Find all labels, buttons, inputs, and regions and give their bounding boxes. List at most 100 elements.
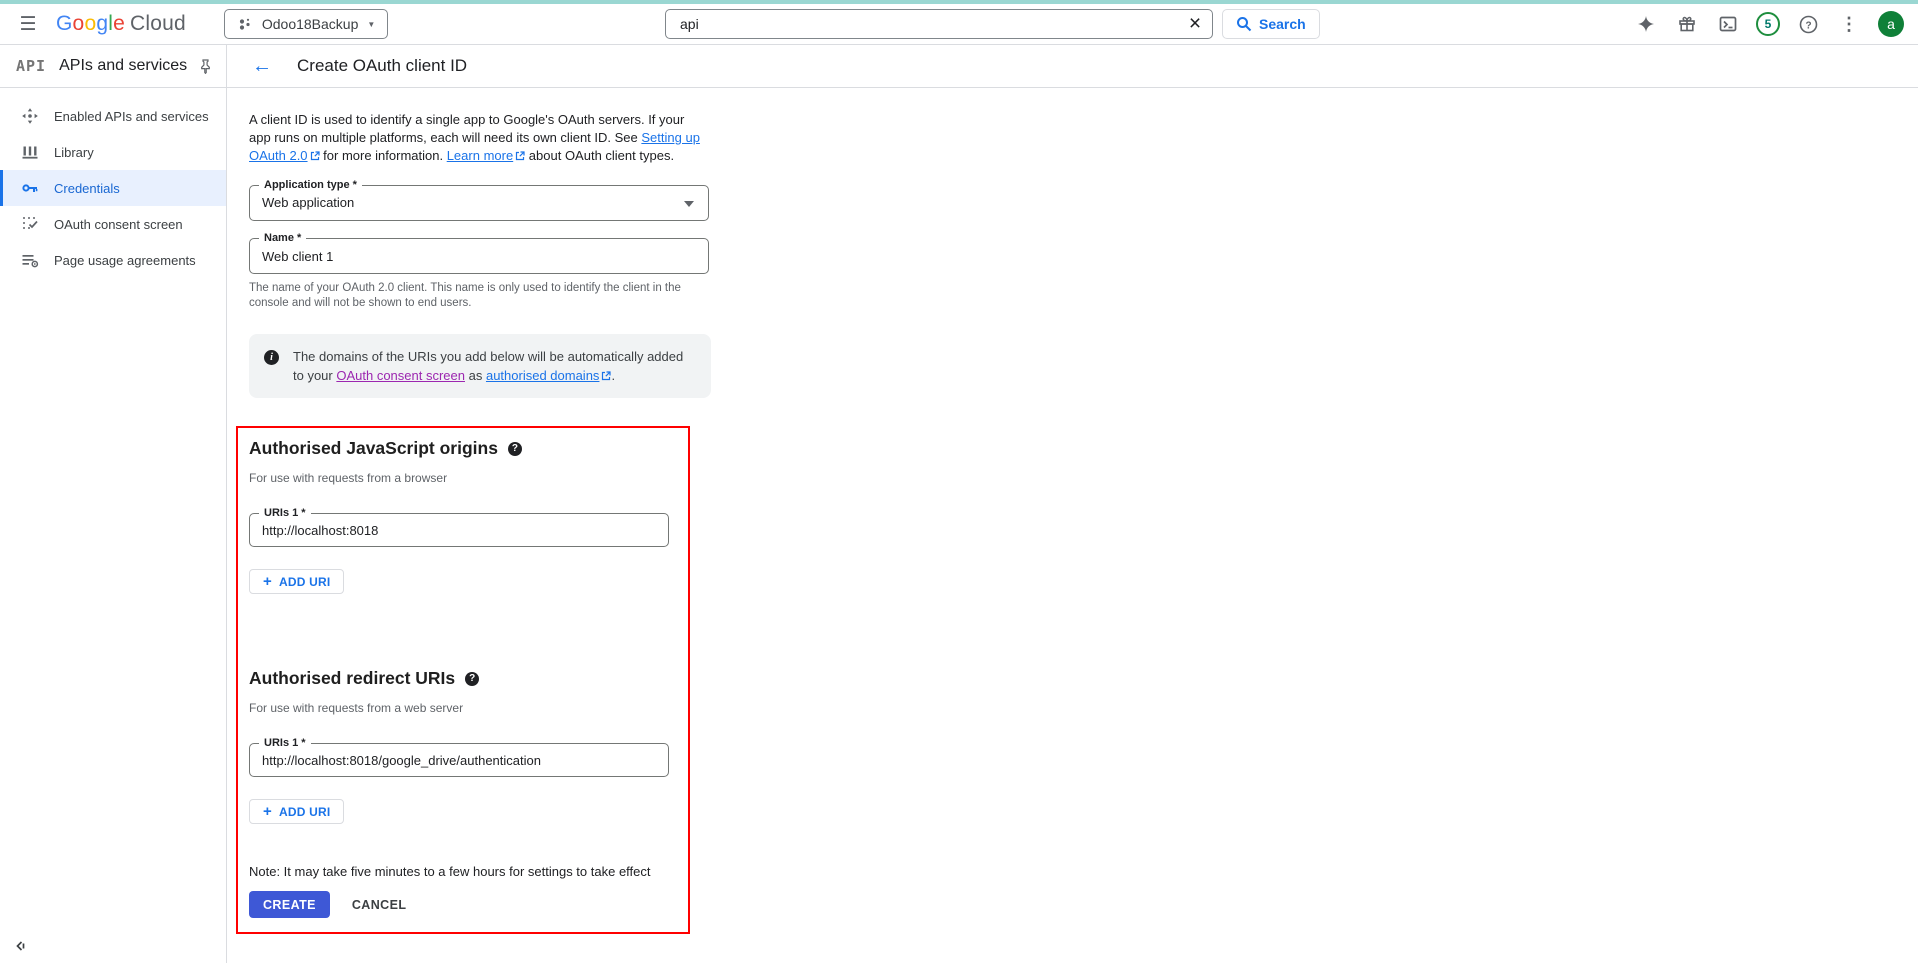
external-link-icon: [601, 371, 611, 381]
intro-text: A client ID is used to identify a single…: [249, 112, 684, 145]
library-icon: [21, 143, 39, 161]
settings-note: Note: It may take five minutes to a few …: [249, 864, 670, 879]
project-selector[interactable]: Odoo18Backup ▼: [224, 9, 388, 39]
help-icon: ?: [1799, 15, 1818, 34]
logo-letter: e: [113, 12, 125, 36]
js-origins-subtext: For use with requests from a browser: [249, 471, 670, 485]
js-origins-heading: Authorised JavaScript origins ?: [249, 438, 670, 459]
external-link-icon: [310, 151, 320, 161]
search-bar: ×: [665, 9, 1213, 39]
name-helper-text: The name of your OAuth 2.0 client. This …: [249, 281, 694, 311]
authorised-domains-link[interactable]: authorised domains: [486, 368, 599, 383]
sidebar-title: APIs and services: [59, 57, 199, 75]
create-button[interactable]: CREATE: [249, 891, 330, 918]
logo-letter: o: [73, 12, 85, 36]
add-uri-label: ADD URI: [279, 575, 330, 589]
search-icon: [1236, 16, 1252, 32]
banner-text-part: .: [611, 368, 615, 383]
help-icon[interactable]: ?: [508, 442, 522, 456]
trial-days-count: 5: [1765, 17, 1772, 31]
sidebar-item-page-usage[interactable]: Page usage agreements: [0, 242, 226, 278]
back-button[interactable]: ←: [252, 55, 272, 78]
cloud-shell-button[interactable]: [1710, 6, 1746, 42]
highlight-box: Authorised JavaScript origins ? For use …: [236, 426, 690, 934]
terminal-icon: [1719, 15, 1737, 33]
sidebar-item-label: OAuth consent screen: [54, 217, 183, 232]
project-icon: [237, 16, 253, 32]
menu-button[interactable]: ☰: [10, 6, 46, 42]
plus-icon: +: [263, 803, 272, 820]
dashboard-icon: [21, 107, 39, 125]
search-input[interactable]: [665, 9, 1213, 39]
sidebar-item-library[interactable]: Library: [0, 134, 226, 170]
sidebar-item-enabled-apis[interactable]: Enabled APIs and services: [0, 98, 226, 134]
search-button[interactable]: Search: [1222, 9, 1320, 39]
sidebar-item-credentials[interactable]: Credentials: [0, 170, 226, 206]
pin-button[interactable]: [199, 59, 212, 74]
intro-text: for more information.: [320, 148, 447, 163]
section-heading-text: Authorised redirect URIs: [249, 668, 455, 689]
application-type-label: Application type *: [259, 179, 362, 192]
sidebar-item-label: Credentials: [54, 181, 120, 196]
collapse-icon: [12, 939, 26, 953]
close-icon: ×: [1189, 12, 1201, 35]
account-avatar[interactable]: a: [1878, 11, 1904, 37]
page-content: A client ID is used to identify a single…: [227, 88, 1918, 934]
project-name: Odoo18Backup: [262, 16, 359, 32]
redirect-uris-heading: Authorised redirect URIs ?: [249, 668, 670, 689]
redirect-uri-input[interactable]: [250, 744, 668, 776]
main-panel: ← Create OAuth client ID A client ID is …: [227, 45, 1918, 963]
topbar: ☰ Google Cloud Odoo18Backup ▼ × Search: [0, 4, 1918, 45]
google-cloud-logo[interactable]: Google Cloud: [56, 12, 186, 36]
logo-letter: G: [56, 12, 73, 36]
redirect-uris-subtext: For use with requests from a web server: [249, 701, 670, 715]
help-icon[interactable]: ?: [465, 672, 479, 686]
info-icon: i: [264, 350, 279, 365]
sidebar-item-oauth-consent[interactable]: OAuth consent screen: [0, 206, 226, 242]
logo-cloud-text: Cloud: [130, 12, 186, 36]
add-origin-uri-button[interactable]: + ADD URI: [249, 569, 344, 594]
banner-text: The domains of the URIs you add below wi…: [293, 347, 693, 385]
js-origin-uri-input[interactable]: [250, 514, 668, 546]
logo-letter: g: [96, 12, 108, 36]
sidebar: API APIs and services: [0, 45, 227, 963]
sidebar-item-label: Page usage agreements: [54, 253, 196, 268]
form-actions: CREATE CANCEL: [249, 891, 670, 918]
uri-field-label: URIs 1 *: [259, 737, 311, 750]
intro-text: about OAuth client types.: [525, 148, 674, 163]
name-field-label: Name *: [259, 232, 306, 245]
key-icon: [21, 179, 39, 197]
chevron-down-icon: ▼: [367, 20, 375, 29]
gemini-button[interactable]: [1628, 6, 1664, 42]
oauth-consent-screen-link[interactable]: OAuth consent screen: [336, 368, 465, 383]
page-title: Create OAuth client ID: [297, 56, 467, 76]
more-options-button[interactable]: ⋮: [1831, 6, 1867, 42]
page-header: ← Create OAuth client ID: [227, 45, 1918, 88]
uri-field-label: URIs 1 *: [259, 507, 311, 520]
redirect-uri-field: URIs 1 *: [249, 743, 669, 777]
cancel-button[interactable]: CANCEL: [352, 898, 406, 912]
avatar-letter: a: [1887, 16, 1895, 32]
sidebar-header: API APIs and services: [0, 45, 226, 88]
search-clear-button[interactable]: ×: [1181, 9, 1209, 39]
banner-text-part: as: [465, 368, 486, 383]
pin-icon: [199, 59, 212, 74]
promotions-button[interactable]: [1669, 6, 1705, 42]
add-uri-label: ADD URI: [279, 805, 330, 819]
search-button-label: Search: [1259, 16, 1306, 32]
svg-text:?: ?: [1805, 20, 1811, 31]
info-banner: i The domains of the URIs you add below …: [249, 334, 711, 398]
free-trial-days-badge[interactable]: 5: [1756, 12, 1780, 36]
topbar-actions: 5 ? ⋮ a: [1628, 6, 1904, 42]
application-type-select[interactable]: Application type * Web application: [249, 185, 709, 221]
logo-letter: o: [84, 12, 96, 36]
name-field: Name *: [249, 238, 709, 274]
learn-more-link[interactable]: Learn more: [447, 148, 513, 163]
apis-services-logo: API: [16, 57, 46, 75]
collapse-sidebar-button[interactable]: [12, 939, 26, 953]
help-button[interactable]: ?: [1790, 6, 1826, 42]
consent-screen-icon: [21, 215, 39, 233]
kebab-icon: ⋮: [1840, 14, 1858, 35]
name-input[interactable]: [250, 239, 708, 273]
add-redirect-uri-button[interactable]: + ADD URI: [249, 799, 344, 824]
